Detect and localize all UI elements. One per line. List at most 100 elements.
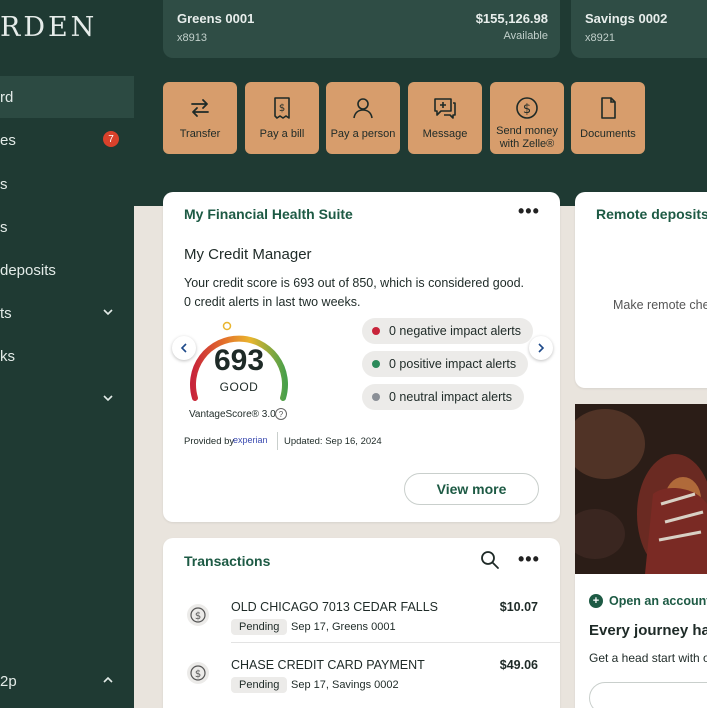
credit-alerts-summary: 0 credit alerts in last two weeks. — [184, 295, 361, 309]
chevron-left-icon — [180, 343, 187, 353]
sidebar-item-8[interactable] — [0, 378, 134, 420]
message-button[interactable]: Message — [408, 82, 482, 154]
status-badge: Pending — [231, 619, 288, 635]
sidebar-item-label: s — [0, 218, 8, 236]
alert-label: 0 positive impact alerts — [389, 357, 517, 371]
action-label: Send money with Zelle® — [496, 125, 558, 150]
account-balance-note: Available — [503, 30, 548, 42]
alert-label: 0 neutral impact alerts — [389, 390, 512, 404]
more-options-icon[interactable]: ••• — [518, 549, 540, 570]
sidebar-item-4[interactable]: s — [0, 206, 134, 248]
account-card-savings[interactable]: Savings 0002 x8921 — [571, 0, 707, 58]
svg-text:$: $ — [279, 103, 285, 114]
status-badge: Pending — [231, 677, 288, 693]
pay-person-button[interactable]: Pay a person — [326, 82, 400, 154]
account-card-greens[interactable]: Greens 0001 x8913 $155,126.98 Available — [163, 0, 560, 58]
account-number: x8921 — [585, 32, 615, 44]
open-account-link[interactable]: + Open an account — [589, 594, 707, 608]
view-more-button[interactable]: View more — [404, 473, 539, 505]
credit-manager-title: My Credit Manager — [184, 246, 312, 263]
divider — [277, 432, 278, 450]
remote-deposits-text: Make remote che — [613, 298, 707, 312]
transfer-button[interactable]: Transfer — [163, 82, 237, 154]
sidebar-item-label: ks — [0, 347, 15, 365]
action-label: Pay a person — [330, 128, 396, 140]
svg-text:$: $ — [195, 611, 201, 622]
credit-score-rating: GOOD — [219, 380, 259, 394]
row-divider — [231, 642, 560, 643]
svg-text:$: $ — [523, 102, 531, 117]
credit-description-line: Your credit score is 693 out of 850, whi… — [184, 276, 525, 290]
pay-bill-button[interactable]: $ Pay a bill — [245, 82, 319, 154]
action-label: Transfer — [179, 128, 221, 140]
action-label: Pay a bill — [259, 128, 305, 140]
chevron-down-icon — [103, 395, 113, 402]
message-icon — [434, 98, 456, 119]
sidebar: RDEN rd es 7 s s deposits ts ks 2p — [0, 0, 134, 708]
search-icon[interactable] — [480, 550, 500, 570]
sidebar-item-label: deposits — [0, 261, 56, 279]
negative-dot-icon — [372, 327, 380, 335]
transaction-name: OLD CHICAGO 7013 CEDAR FALLS — [231, 600, 439, 614]
documents-button[interactable]: Documents — [571, 82, 645, 154]
promo-subtitle: Get a head start with o — [589, 651, 707, 665]
action-label: Documents — [580, 128, 636, 140]
sidebar-item-remote-deposits[interactable]: deposits — [0, 249, 134, 291]
sidebar-item-label: rd — [0, 88, 14, 106]
transaction-amount: $10.07 — [499, 600, 538, 614]
remote-deposits-card: Remote deposits Make remote che — [575, 192, 707, 388]
person-icon — [353, 98, 373, 119]
sidebar-item-p2p[interactable]: 2p — [0, 660, 134, 702]
dollar-icon: $ — [187, 662, 209, 684]
financial-health-card: My Financial Health Suite ••• My Credit … — [163, 192, 560, 522]
document-icon — [601, 97, 616, 119]
help-icon[interactable]: ? — [275, 408, 287, 420]
carousel-next-button[interactable] — [529, 336, 553, 360]
transaction-meta: Sep 17, Savings 0002 — [291, 679, 399, 691]
neutral-dot-icon — [372, 393, 380, 401]
chevron-right-icon — [538, 343, 545, 353]
unread-badge: 7 — [103, 131, 119, 147]
positive-dot-icon — [372, 360, 380, 368]
more-options-icon[interactable]: ••• — [518, 201, 540, 222]
card-title: Remote deposits — [596, 206, 707, 222]
transactions-card: Transactions ••• $ OLD CHICAGO 7013 CEDA… — [163, 538, 560, 708]
card-title: My Financial Health Suite — [184, 206, 353, 222]
transaction-name: CHASE CREDIT CARD PAYMENT — [231, 658, 425, 672]
promo-title: Every journey has — [589, 622, 707, 639]
updated-date: Updated: Sep 16, 2024 — [284, 436, 382, 447]
negative-alerts-pill[interactable]: 0 negative impact alerts — [362, 318, 534, 344]
transfer-icon — [191, 99, 209, 117]
sidebar-item-3[interactable]: s — [0, 163, 134, 205]
sidebar-item-dashboard[interactable]: rd — [0, 76, 134, 118]
sidebar-item-label: s — [0, 175, 8, 193]
positive-alerts-pill[interactable]: 0 positive impact alerts — [362, 351, 529, 377]
transaction-amount: $49.06 — [499, 658, 538, 672]
credit-description: Your credit score is 693 out of 850, whi… — [184, 274, 544, 312]
sidebar-item-messages[interactable]: es 7 — [0, 119, 134, 161]
svg-text:$: $ — [195, 669, 201, 680]
zelle-icon: $ — [516, 97, 538, 119]
promo-button[interactable] — [589, 682, 707, 708]
dollar-icon: $ — [187, 604, 209, 626]
transaction-row[interactable]: $ CHASE CREDIT CARD PAYMENT Pending Sep … — [163, 650, 560, 708]
alert-label: 0 negative impact alerts — [389, 324, 522, 338]
promo-photo — [575, 404, 707, 574]
experian-logo: experian — [233, 435, 268, 445]
neutral-alerts-pill[interactable]: 0 neutral impact alerts — [362, 384, 524, 410]
sidebar-item-7[interactable]: ks — [0, 335, 134, 377]
sidebar-item-6[interactable]: ts — [0, 292, 134, 334]
promo-image — [575, 404, 707, 574]
action-label: Message — [422, 128, 468, 140]
account-number: x8913 — [177, 32, 207, 44]
carousel-prev-button[interactable] — [172, 336, 196, 360]
chevron-down-icon — [103, 309, 113, 316]
sidebar-item-label: ts — [0, 304, 12, 322]
zelle-button[interactable]: $ Send money with Zelle® — [490, 82, 564, 154]
brand-logo[interactable]: RDEN — [0, 12, 97, 43]
sidebar-item-label: es — [0, 131, 16, 149]
sidebar-item-label: 2p — [0, 672, 17, 690]
score-model: VantageScore® 3.0 — [189, 409, 276, 420]
account-name: Savings 0002 — [585, 11, 668, 26]
open-account-card: + Open an account Every journey has Get … — [575, 574, 707, 708]
